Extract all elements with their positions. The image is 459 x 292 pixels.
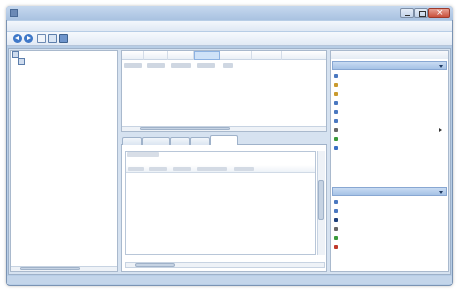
detail-scrollbar-thumb[interactable] bbox=[318, 180, 324, 220]
detail-column[interactable] bbox=[128, 167, 144, 171]
column-header[interactable] bbox=[122, 51, 144, 60]
view-icon bbox=[334, 128, 338, 132]
event-cell bbox=[223, 63, 233, 68]
properties-icon bbox=[334, 200, 338, 204]
maximize-button[interactable] bbox=[414, 8, 428, 18]
event-cell bbox=[147, 63, 165, 68]
column-header[interactable] bbox=[252, 51, 282, 60]
tab-4[interactable] bbox=[190, 137, 210, 145]
maximize-icon bbox=[415, 9, 427, 17]
action-item[interactable] bbox=[333, 207, 445, 215]
action-item[interactable] bbox=[333, 198, 445, 206]
collapse-icon[interactable] bbox=[439, 191, 443, 194]
event-cell bbox=[197, 63, 215, 68]
tab-details[interactable] bbox=[142, 137, 170, 145]
event-cell bbox=[124, 63, 142, 68]
minimize-button[interactable] bbox=[400, 8, 414, 18]
help-icon bbox=[334, 146, 338, 150]
action-item[interactable] bbox=[333, 144, 445, 152]
refresh-icon bbox=[334, 236, 338, 240]
column-header[interactable] bbox=[168, 51, 194, 60]
clear-icon bbox=[334, 110, 338, 114]
action-item[interactable] bbox=[333, 72, 445, 80]
tree-item-root[interactable] bbox=[12, 51, 21, 58]
forward-icon[interactable] bbox=[24, 34, 33, 43]
action-item[interactable] bbox=[333, 81, 445, 89]
detail-label bbox=[127, 152, 159, 157]
event-icon bbox=[334, 74, 338, 78]
action-item[interactable] bbox=[333, 243, 445, 251]
detail-hscrollbar-thumb[interactable] bbox=[135, 263, 175, 267]
tree-item-child[interactable] bbox=[18, 58, 27, 65]
title-bar[interactable] bbox=[6, 6, 453, 20]
menu-bar bbox=[7, 21, 452, 31]
detail-column[interactable] bbox=[149, 167, 167, 171]
actions-header bbox=[331, 51, 448, 59]
delete-icon bbox=[334, 245, 338, 249]
close-icon bbox=[429, 9, 449, 17]
detail-column[interactable] bbox=[197, 167, 227, 171]
toolbar bbox=[7, 32, 452, 46]
detail-column[interactable] bbox=[234, 167, 254, 171]
close-button[interactable] bbox=[428, 8, 450, 18]
action-item[interactable] bbox=[333, 126, 445, 134]
help-icon[interactable] bbox=[59, 34, 68, 43]
tab-active[interactable] bbox=[210, 135, 238, 145]
collapse-icon[interactable] bbox=[439, 65, 443, 68]
event-cell bbox=[171, 63, 191, 68]
actions-section-header[interactable] bbox=[332, 187, 447, 196]
task-icon bbox=[334, 101, 338, 105]
action-item[interactable] bbox=[333, 135, 445, 143]
menu-items bbox=[14, 22, 38, 30]
properties-icon[interactable] bbox=[48, 34, 57, 43]
view-icon[interactable] bbox=[37, 34, 46, 43]
tab-3[interactable] bbox=[170, 137, 190, 145]
computer-icon bbox=[12, 51, 19, 58]
column-header[interactable] bbox=[220, 51, 252, 60]
minimize-icon bbox=[401, 9, 413, 17]
refresh-icon bbox=[334, 137, 338, 141]
column-header[interactable] bbox=[144, 51, 168, 60]
actions-section-header[interactable] bbox=[332, 61, 447, 70]
action-item[interactable] bbox=[333, 90, 445, 98]
back-icon[interactable] bbox=[13, 34, 22, 43]
action-item[interactable] bbox=[333, 216, 445, 224]
submenu-arrow-icon bbox=[439, 128, 442, 132]
app-icon bbox=[10, 9, 18, 17]
copy-icon bbox=[334, 209, 338, 213]
import-icon bbox=[334, 92, 338, 96]
action-item[interactable] bbox=[333, 99, 445, 107]
tab-general[interactable] bbox=[122, 137, 142, 145]
detail-column[interactable] bbox=[173, 167, 191, 171]
folder-icon bbox=[18, 58, 25, 65]
export-icon bbox=[334, 227, 338, 231]
action-item[interactable] bbox=[333, 225, 445, 233]
event-list-scrollbar-thumb[interactable] bbox=[140, 127, 230, 130]
filter-icon bbox=[334, 119, 338, 123]
column-header-selected[interactable] bbox=[194, 51, 220, 60]
tree-pane[interactable] bbox=[10, 50, 118, 272]
save-icon bbox=[334, 218, 338, 222]
action-item[interactable] bbox=[333, 117, 445, 125]
column-header[interactable] bbox=[282, 51, 326, 60]
open-icon bbox=[334, 83, 338, 87]
status-bar bbox=[7, 276, 452, 284]
action-item[interactable] bbox=[333, 234, 445, 242]
tree-scrollbar-thumb[interactable] bbox=[20, 267, 80, 270]
action-item[interactable] bbox=[333, 108, 445, 116]
